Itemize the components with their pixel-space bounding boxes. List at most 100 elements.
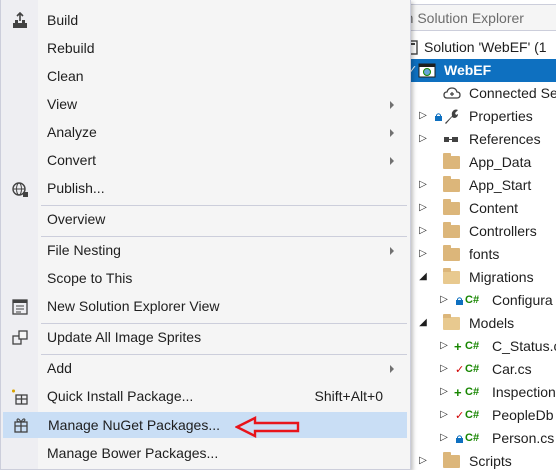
tree-item-label: C_Status.c — [492, 338, 556, 354]
menu-item-file-nesting[interactable]: File Nesting — [3, 239, 407, 263]
expand-arrow-icon[interactable]: ▷ — [439, 407, 449, 423]
menu-separator — [41, 205, 407, 206]
open-folder-icon — [443, 314, 460, 330]
globe-icon — [12, 182, 28, 197]
tree-project-node[interactable]: ✓ WebEF — [408, 59, 556, 82]
menu-separator — [41, 354, 407, 355]
open-folder-icon — [443, 268, 460, 284]
tree-item-label: Models — [469, 315, 515, 331]
tree-item-label: Properties — [469, 108, 533, 124]
menu-item-label: Overview — [47, 211, 106, 227]
expand-arrow-icon[interactable]: ▷ — [439, 384, 449, 400]
image-sprites-icon — [12, 330, 28, 345]
tree-item-label: Scripts — [469, 453, 512, 469]
menu-separator — [41, 323, 407, 324]
menu-item-overview[interactable]: Overview — [3, 208, 407, 232]
tree-item-label: Controllers — [469, 223, 537, 239]
menu-item-add[interactable]: Add — [3, 357, 407, 381]
expand-arrow-icon[interactable]: ▷ — [439, 361, 449, 377]
folder-icon — [443, 452, 460, 468]
expand-arrow-icon[interactable]: ▷ — [418, 453, 428, 469]
tree-item-label: App_Data — [469, 154, 532, 170]
menu-item-label: Manage Bower Packages... — [47, 445, 219, 461]
menu-item-analyze[interactable]: Analyze — [3, 121, 407, 145]
menu-item-manage-bower-packages[interactable]: Manage Bower Packages... — [3, 442, 407, 466]
submenu-arrow-icon — [390, 129, 394, 137]
menu-item-view[interactable]: View — [3, 93, 407, 117]
search-placeholder: rch Solution Explorer — [394, 10, 524, 26]
folder-icon — [443, 153, 460, 169]
expand-arrow-icon[interactable]: ▷ — [418, 246, 428, 262]
submenu-arrow-icon — [390, 247, 394, 255]
menu-separator — [41, 236, 407, 237]
submenu-arrow-icon — [390, 157, 394, 165]
csharp-file-icon: C# — [465, 294, 480, 306]
checkmark-icon: ✓ — [455, 410, 465, 422]
add-pending-icon: + — [454, 339, 462, 354]
menu-item-new-solution-explorer-view[interactable]: New Solution Explorer View — [3, 295, 407, 319]
menu-item-build[interactable]: Build — [3, 9, 407, 33]
menu-item-label: Rebuild — [47, 40, 95, 56]
expand-arrow-icon[interactable]: ▷ — [439, 430, 449, 446]
submenu-arrow-icon — [390, 365, 394, 373]
csharp-file-icon: C# — [465, 386, 480, 398]
tree-item-label: Inspection — [492, 384, 556, 400]
csharp-file-icon: C# — [465, 363, 480, 375]
folder-icon — [443, 176, 460, 192]
expand-arrow-icon[interactable]: ▷ — [418, 177, 428, 193]
submenu-arrow-icon — [390, 101, 394, 109]
expand-arrow-icon[interactable]: ▷ — [418, 108, 428, 124]
menu-item-label: View — [47, 96, 78, 112]
lock-icon — [435, 113, 442, 121]
menu-item-manage-nuget-packages[interactable]: Manage NuGet Packages... — [3, 412, 407, 438]
menu-item-label: Analyze — [47, 124, 97, 140]
expand-arrow-icon[interactable]: ▷ — [439, 338, 449, 354]
menu-item-scope-to-this[interactable]: Scope to This — [3, 267, 407, 291]
tree-item-label: Car.cs — [492, 361, 532, 377]
expand-arrow-icon[interactable]: ▷ — [418, 131, 428, 147]
lock-icon — [456, 435, 463, 443]
menu-item-label: Clean — [47, 68, 84, 84]
build-icon — [13, 12, 27, 28]
folder-icon — [443, 245, 460, 261]
collapse-arrow-icon[interactable]: ◢ — [418, 269, 428, 285]
lock-icon — [456, 297, 463, 305]
menu-item-publish[interactable]: Publish... — [3, 177, 407, 201]
tree-item-label: App_Start — [469, 177, 532, 193]
csharp-file-icon: C# — [465, 409, 480, 421]
menu-item-label: File Nesting — [47, 242, 121, 258]
project-context-menu: Build Rebuild Clean View Analyze Convert… — [0, 0, 411, 470]
folder-icon — [443, 222, 460, 238]
menu-item-shortcut: Shift+Alt+0 — [314, 388, 384, 404]
add-pending-icon: + — [454, 385, 462, 400]
expand-arrow-icon[interactable]: ▷ — [439, 292, 449, 308]
tree-item-label: Migrations — [469, 269, 534, 285]
menu-item-label: Update All Image Sprites — [47, 329, 202, 345]
menu-item-label: New Solution Explorer View — [47, 298, 220, 314]
red-annotation-arrow-icon — [235, 416, 300, 438]
folder-icon — [443, 199, 460, 215]
menu-item-rebuild[interactable]: Rebuild — [3, 37, 407, 61]
expand-arrow-icon[interactable]: ▷ — [418, 223, 428, 239]
collapse-arrow-icon[interactable]: ◢ — [418, 315, 428, 331]
menu-item-label: Quick Install Package... — [47, 388, 194, 404]
menu-item-label: Add — [47, 360, 72, 376]
quick-install-package-icon — [11, 389, 28, 405]
references-icon — [444, 137, 458, 142]
menu-item-label: Manage NuGet Packages... — [48, 417, 220, 433]
tree-item-label: Connected Se — [469, 85, 556, 101]
tree-item-label: References — [469, 131, 541, 147]
cloud-icon — [443, 87, 461, 99]
menu-item-convert[interactable]: Convert — [3, 149, 407, 173]
wrench-icon — [445, 109, 458, 124]
menu-item-clean[interactable]: Clean — [3, 65, 407, 89]
tree-project-label: WebEF — [444, 62, 492, 78]
csharp-file-icon: C# — [465, 340, 480, 352]
menu-item-quick-install-package[interactable]: Quick Install Package... Shift+Alt+0 — [3, 385, 407, 409]
expand-arrow-icon[interactable]: ▷ — [418, 200, 428, 216]
menu-item-update-image-sprites[interactable]: Update All Image Sprites — [3, 326, 407, 350]
nuget-package-icon — [14, 418, 28, 433]
tree-item-label: PeopleDb — [492, 407, 554, 423]
menu-item-label: Publish... — [47, 180, 105, 196]
checkmark-icon: ✓ — [455, 364, 465, 376]
